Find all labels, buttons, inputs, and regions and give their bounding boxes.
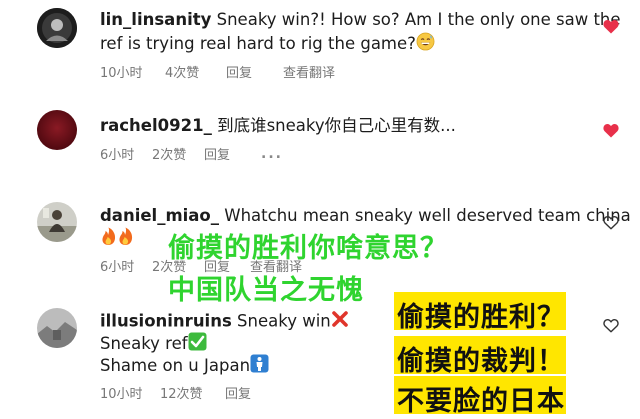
likes-count[interactable]: 4次赞	[165, 65, 199, 83]
avatar-daniel-miao[interactable]	[37, 202, 77, 242]
overlay-caption-yellow-3: 不要脸的日本	[397, 386, 565, 417]
avatar-lin-linsanity[interactable]	[37, 8, 77, 48]
restroom-sign-emoji	[250, 354, 269, 379]
comment-text-line3: Shame on u Japan	[100, 354, 269, 379]
username[interactable]: daniel_miao_	[100, 206, 219, 225]
comment-body-2: ref is trying real hard to rig the game?	[100, 34, 416, 53]
comment-body: Sneaky win	[237, 311, 331, 331]
likes-count[interactable]: 2次赞	[152, 147, 186, 165]
cross-mark-emoji	[331, 310, 349, 334]
comment-2: rachel0921_ 到底谁sneaky你自己心里有数... 6小时 2次赞 …	[0, 100, 640, 180]
comment-text-line2: ref is trying real hard to rig the game?	[100, 32, 435, 57]
heart-icon-liked[interactable]	[603, 123, 619, 138]
heart-icon[interactable]	[603, 215, 619, 230]
timestamp: 6小时	[100, 148, 135, 163]
overlay-caption-yellow-1: 偷摸的胜利？	[397, 302, 565, 333]
fire-emoji	[100, 227, 117, 252]
grinning-sweat-emoji	[416, 32, 435, 57]
username[interactable]: illusioninruins	[100, 312, 232, 331]
timestamp: 10小时	[100, 66, 143, 81]
reply-button[interactable]: 回复	[204, 147, 230, 165]
comment-text: illusioninruins Sneaky win	[100, 310, 349, 334]
translate-button[interactable]: 查看翻译	[283, 65, 335, 83]
avatar-rachel0921[interactable]	[37, 110, 77, 150]
overlay-caption-yellow-2: 偷摸的裁判！	[397, 346, 565, 377]
comment-body: Whatchu mean sneaky well deserved team c…	[224, 206, 631, 225]
comment-emoji-line	[100, 227, 134, 252]
comment-body-2: Sneaky ref	[100, 334, 188, 353]
reply-button[interactable]: 回复	[226, 65, 252, 83]
username[interactable]: rachel0921_	[100, 116, 212, 135]
comment-text: lin_linsanity Sneaky win?! How so? Am I …	[100, 9, 621, 31]
username[interactable]: lin_linsanity	[100, 10, 211, 29]
avatar-illusioninruins[interactable]	[37, 308, 77, 348]
heart-icon-liked[interactable]	[603, 19, 619, 34]
more-options-button[interactable]: ...	[261, 145, 283, 163]
comment-body-3: Shame on u Japan	[100, 356, 251, 375]
comment-text: rachel0921_ 到底谁sneaky你自己心里有数...	[100, 115, 456, 137]
comment-body: Sneaky win?! How so? Am I the only one s…	[216, 10, 621, 29]
heart-icon[interactable]	[603, 318, 619, 333]
likes-count[interactable]: 12次赞	[160, 386, 203, 404]
comment-body: 到底谁sneaky你自己心里有数...	[217, 116, 456, 135]
overlay-caption-green-2: 中国队当之无愧	[167, 274, 364, 307]
comment-text: daniel_miao_ Whatchu mean sneaky well de…	[100, 205, 631, 227]
overlay-caption-green-1: 偷摸的胜利你啥意思？	[167, 232, 448, 265]
timestamp: 6小时	[100, 260, 135, 275]
timestamp: 10小时	[100, 387, 143, 402]
comment-1: lin_linsanity Sneaky win?! How so? Am I …	[0, 0, 640, 88]
reply-button[interactable]: 回复	[225, 386, 251, 404]
fire-emoji	[117, 227, 134, 252]
